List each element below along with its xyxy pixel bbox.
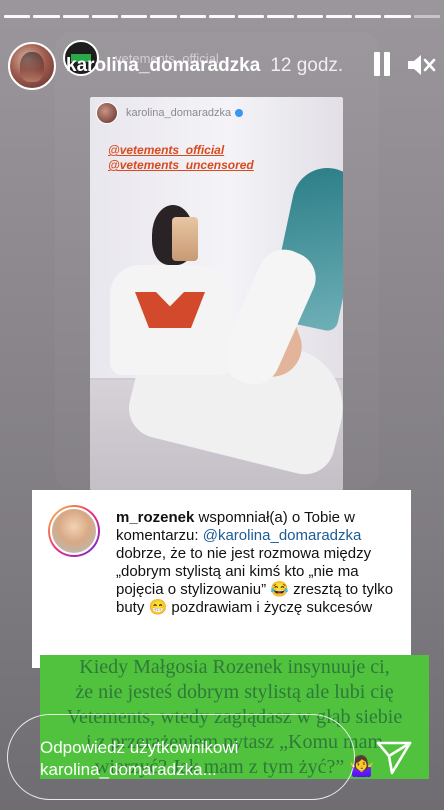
commenter-avatar: [48, 505, 100, 557]
avatar[interactable]: [8, 42, 56, 90]
reply-placeholder-line1: Odpowiedz użytkownikowi: [40, 738, 239, 757]
comment-text: m_rozenek wspomniał(a) o Tobie w komenta…: [116, 509, 396, 617]
photo-tags: @vetements_official @vetements_uncensore…: [108, 143, 254, 173]
progress-segment: [121, 15, 148, 18]
story-header: karolina_domaradzka 12 godz.: [8, 38, 436, 94]
progress-segment: [384, 15, 411, 18]
tag-vetements-uncensored[interactable]: @vetements_uncensored: [108, 158, 254, 173]
progress-segment: [208, 15, 236, 18]
progress-segment: [150, 15, 177, 18]
speaker-muted-icon[interactable]: [406, 52, 436, 78]
comment-body: dobrze, że to nie jest rozmowa między „d…: [116, 545, 394, 616]
comment-card: m_rozenek wspomniał(a) o Tobie w komenta…: [32, 490, 411, 668]
username[interactable]: karolina_domaradzka: [66, 55, 260, 77]
photo-avatar: [96, 102, 118, 124]
comment-mention: @karolina_domaradzka: [202, 527, 362, 544]
pause-icon[interactable]: [372, 52, 392, 78]
send-icon[interactable]: [375, 738, 413, 776]
progress-segment: [238, 15, 265, 18]
photo-header: karolina_domaradzka: [90, 97, 343, 129]
caption-line: że nie jesteś dobrym stylistą ale lubi c…: [75, 681, 394, 703]
progress-segment: [91, 15, 119, 18]
progress-segment: [413, 15, 440, 18]
story-progress-bar: [4, 15, 440, 18]
phone: [172, 217, 198, 261]
progress-segment: [62, 15, 89, 18]
timestamp: 12 godz.: [270, 55, 344, 76]
story-photo: karolina_domaradzka @vetements_official …: [90, 97, 343, 490]
commenter-username: m_rozenek: [116, 509, 195, 526]
progress-segment: [355, 15, 382, 18]
tag-vetements-official[interactable]: @vetements_official: [108, 143, 254, 158]
progress-segment: [33, 15, 60, 18]
reply-placeholder-line2: karolina_domaradzka...: [40, 760, 217, 779]
progress-segment: [4, 15, 31, 18]
verified-badge-icon: [235, 109, 244, 117]
reply-input[interactable]: Odpowiedz użytkownikowi karolina_domarad…: [7, 714, 355, 800]
photo-username: karolina_domaradzka: [126, 107, 232, 119]
progress-segment: [179, 15, 206, 18]
progress-segment: [267, 15, 294, 18]
progress-segment: [325, 15, 353, 18]
caption-line: Kiedy Małgosia Rozenek insynuuje ci,: [79, 656, 390, 678]
progress-segment: [296, 15, 323, 18]
